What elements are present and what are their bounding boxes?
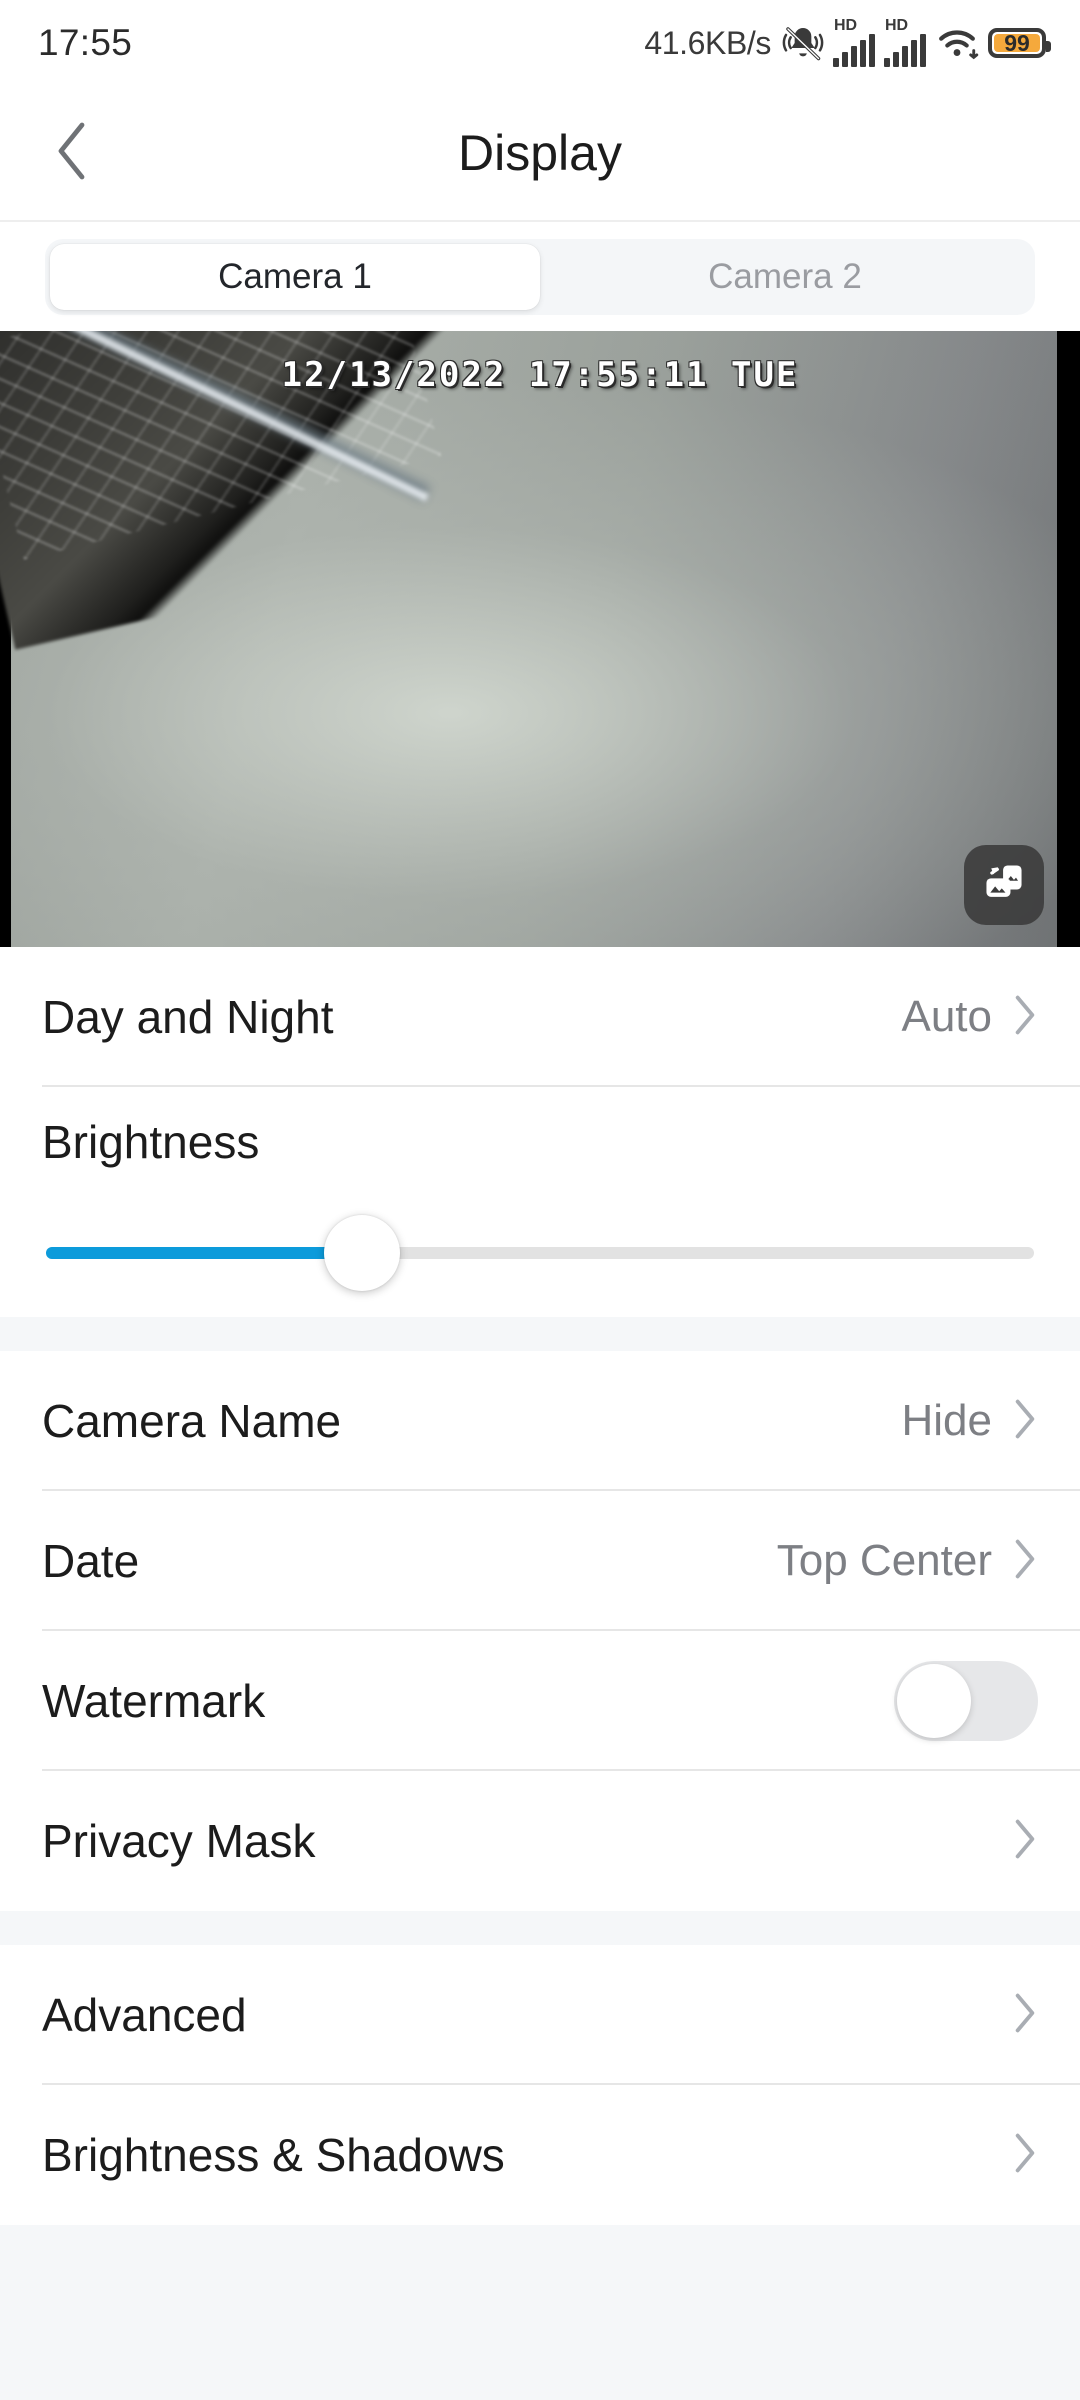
row-label-date: Date (42, 1535, 140, 1587)
row-brightness-and-shadows[interactable]: Brightness & Shadows (0, 2085, 1080, 2225)
bottom-spacer (0, 2225, 1080, 2400)
section-divider-2 (0, 1911, 1080, 1945)
tab-camera-2[interactable]: Camera 2 (540, 244, 1030, 310)
chevron-right-icon (1012, 993, 1038, 1042)
chevron-right-icon (1012, 1397, 1038, 1446)
section-divider-1 (0, 1317, 1080, 1351)
row-brightness: Brightness (0, 1087, 1080, 1317)
section-osd-settings: Camera Name Hide Date Top Center Waterma… (0, 1351, 1080, 1911)
bell-mute-icon (782, 23, 824, 63)
page-title: Display (458, 125, 622, 181)
rotate-orientation-button[interactable] (964, 845, 1044, 925)
camera-tabs: Camera 1 Camera 2 (45, 239, 1035, 315)
app-header: Display (0, 86, 1080, 222)
status-bar-clock: 17:55 (38, 22, 133, 63)
row-privacy-mask[interactable]: Privacy Mask (0, 1771, 1080, 1911)
row-value-date: Top Center (776, 1536, 992, 1585)
row-day-and-night[interactable]: Day and Night Auto (0, 947, 1080, 1087)
battery-icon: 99 (988, 28, 1051, 58)
watermark-toggle[interactable] (894, 1661, 1038, 1741)
chevron-right-icon (1012, 2131, 1038, 2180)
brightness-slider[interactable] (46, 1215, 1034, 1291)
chevron-right-icon (1012, 1817, 1038, 1866)
phone-screen: 17:55 41.6KB/s HD HD 99 Display Camera 1… (0, 0, 1080, 2400)
signal-icon-sim2: HD (884, 16, 926, 67)
row-label-watermark: Watermark (42, 1675, 266, 1727)
status-bar-icons: 41.6KB/s HD HD 99 (644, 16, 1051, 67)
watermark-toggle-knob (897, 1664, 971, 1738)
section-image-settings: Day and Night Auto Brightness (0, 947, 1080, 1317)
row-right-watermark (894, 1661, 1038, 1741)
back-chevron-icon (52, 119, 92, 188)
row-right-advanced (1012, 1991, 1038, 2040)
row-label-brightness-and-shadows: Brightness & Shadows (42, 2129, 505, 2181)
row-label-advanced: Advanced (42, 1989, 247, 2041)
row-label-day-and-night: Day and Night (42, 991, 334, 1043)
chevron-right-icon (1012, 1537, 1038, 1586)
row-value-camera-name: Hide (901, 1396, 993, 1445)
brightness-slider-fill (46, 1247, 363, 1259)
row-value-day-and-night: Auto (901, 992, 992, 1041)
back-button[interactable] (24, 86, 120, 220)
signal-hd-label-2: HD (885, 16, 909, 34)
tab-camera-1[interactable]: Camera 1 (50, 244, 540, 310)
camera-preview-frame (0, 331, 1057, 947)
camera-preview[interactable]: 12/13/2022 17:55:11 TUE (0, 331, 1080, 947)
signal-icon-sim1: HD (833, 16, 875, 67)
row-label-brightness: Brightness (42, 1116, 260, 1168)
row-right-brightness-and-shadows (1012, 2131, 1038, 2180)
wifi-icon (935, 25, 979, 61)
chevron-right-icon (1012, 1991, 1038, 2040)
signal-hd-label-1: HD (834, 16, 858, 34)
row-date[interactable]: Date Top Center (0, 1491, 1080, 1631)
row-label-camera-name: Camera Name (42, 1395, 342, 1447)
row-watermark[interactable]: Watermark (0, 1631, 1080, 1771)
section-advanced-settings: Advanced Brightness & Shadows (0, 1945, 1080, 2225)
row-right-camera-name: Hide (902, 1396, 1039, 1446)
network-speed-label: 41.6KB/s (644, 24, 771, 61)
row-advanced[interactable]: Advanced (0, 1945, 1080, 2085)
camera-tabs-container: Camera 1 Camera 2 (0, 222, 1080, 331)
battery-level-label: 99 (1004, 29, 1030, 56)
row-right-privacy-mask (1012, 1817, 1038, 1866)
row-label-privacy-mask: Privacy Mask (42, 1815, 316, 1867)
brightness-slider-thumb[interactable] (324, 1215, 401, 1291)
row-right-day-and-night: Auto (901, 992, 1038, 1042)
row-camera-name[interactable]: Camera Name Hide (0, 1351, 1080, 1491)
row-right-date: Top Center (777, 1536, 1038, 1586)
rotate-orientation-icon (980, 859, 1028, 912)
status-bar: 17:55 41.6KB/s HD HD 99 (0, 0, 1080, 86)
